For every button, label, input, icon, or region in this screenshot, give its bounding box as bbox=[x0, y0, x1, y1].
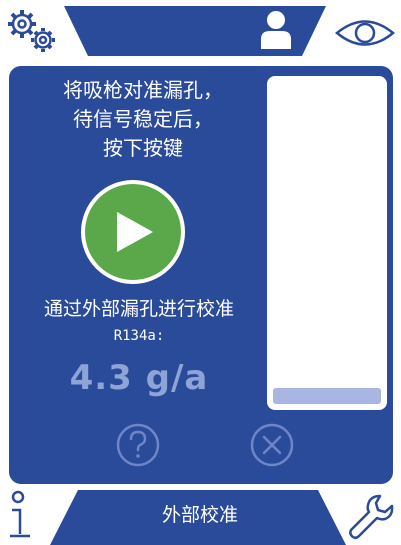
signal-level-gauge bbox=[267, 76, 387, 410]
leak-rate-value: 4.3 g/a bbox=[69, 358, 209, 398]
gears-icon[interactable] bbox=[6, 8, 60, 54]
screen-title: 外部校准 bbox=[161, 504, 238, 526]
help-button[interactable] bbox=[115, 422, 161, 468]
calibration-panel: 将吸枪对准漏孔， 待信号稳定后， 按下按键 通过外部漏孔进行校准 R134a: … bbox=[9, 66, 393, 484]
user-icon[interactable] bbox=[258, 9, 294, 51]
cancel-x-icon bbox=[250, 423, 294, 467]
instruction-line: 按下按键 bbox=[103, 136, 183, 160]
instruction-line: 将吸枪对准漏孔， bbox=[63, 78, 223, 102]
play-icon bbox=[117, 212, 153, 252]
info-icon[interactable] bbox=[4, 490, 38, 542]
signal-level-fill bbox=[273, 388, 381, 404]
method-label: 通过外部漏孔进行校准 bbox=[43, 298, 234, 320]
gas-label: R134a: bbox=[113, 328, 165, 344]
eye-icon[interactable] bbox=[334, 16, 396, 50]
instruction-line: 待信号稳定后， bbox=[73, 107, 213, 131]
top-bar bbox=[0, 0, 401, 60]
start-button[interactable] bbox=[81, 180, 185, 284]
cancel-button[interactable] bbox=[249, 422, 295, 468]
wrench-icon[interactable] bbox=[346, 492, 396, 542]
question-icon bbox=[116, 423, 160, 467]
instruction-text: 将吸枪对准漏孔， 待信号稳定后， 按下按键 bbox=[21, 76, 265, 163]
